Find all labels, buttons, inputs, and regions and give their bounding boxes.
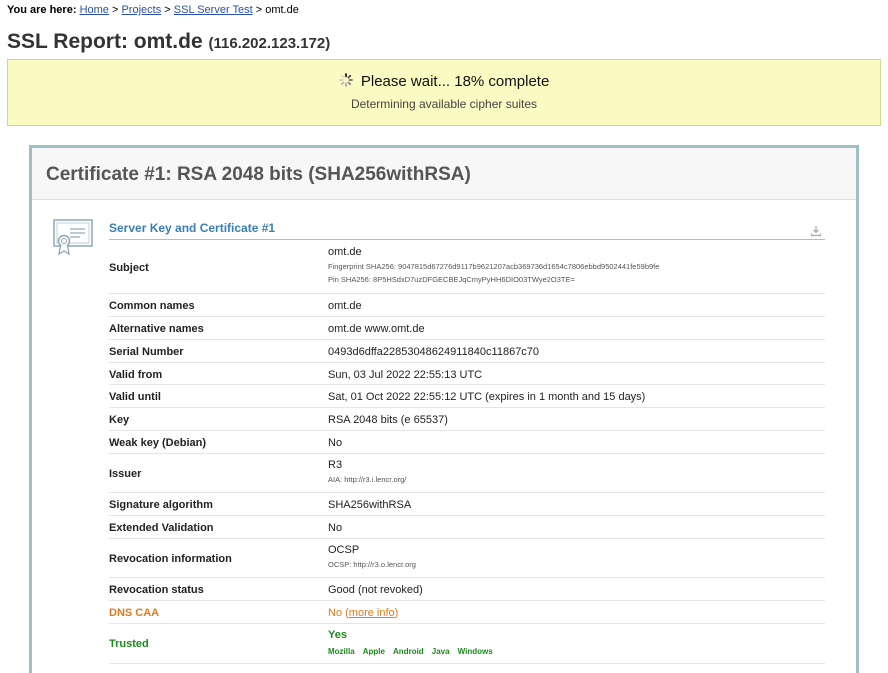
breadcrumb-projects-link[interactable]: Projects — [121, 4, 161, 16]
row-value: SHA256withRSA — [328, 499, 412, 511]
table-row: Serial Number 0493d6dffa2285304862491184… — [109, 340, 825, 363]
row-value: Yes Mozilla Apple Android Java Windows — [328, 629, 498, 657]
row-key: Issuer — [109, 468, 142, 480]
breadcrumb-current: omt.de — [265, 4, 299, 16]
download-icon[interactable] — [810, 224, 822, 237]
page-title-text: SSL Report: omt.de — [7, 30, 203, 53]
progress-box: Please wait... 18% complete Determining … — [7, 59, 881, 126]
row-key: Valid until — [109, 391, 161, 403]
row-value: No — [328, 522, 343, 534]
row-key: Revocation information — [109, 553, 232, 565]
row-key: Key — [109, 414, 130, 426]
page-title-ip: (116.202.123.172) — [208, 35, 331, 52]
row-key: Subject — [109, 262, 149, 274]
progress-main-text: Please wait... 18% complete — [360, 73, 550, 90]
row-key: Weak key (Debian) — [109, 437, 207, 449]
table-row: Signature algorithm SHA256withRSA — [109, 493, 825, 516]
certificate-icon — [52, 217, 96, 257]
certificate-title: Certificate #1: RSA 2048 bits (SHA256wit… — [46, 164, 471, 185]
row-value: Sat, 01 Oct 2022 22:55:12 UTC (expires i… — [328, 391, 646, 403]
table-row: Valid from Sun, 03 Jul 2022 22:55:13 UTC — [109, 363, 825, 385]
issuer-value: R3 — [328, 459, 343, 471]
breadcrumb-ssl-server-test-link[interactable]: SSL Server Test — [174, 4, 253, 16]
row-value: RSA 2048 bits (e 65537) — [328, 414, 448, 426]
row-key: DNS CAA — [109, 607, 160, 619]
platform-badge: Android — [393, 647, 424, 656]
table-row: Trusted Yes Mozilla Apple Android Java W… — [109, 624, 825, 664]
breadcrumb-label: You are here: — [7, 4, 77, 16]
table-row: Alternative names omt.de www.omt.de — [109, 317, 825, 340]
trust-platforms: Mozilla Apple Android Java Windows — [328, 645, 498, 657]
row-key: Common names — [109, 300, 195, 312]
ocsp-text: OCSP: http://r3.o.lencr.org — [328, 560, 416, 569]
row-value: Good (not revoked) — [328, 584, 423, 596]
row-value: 0493d6dffa22853048624911840c11867c70 — [328, 346, 540, 358]
row-value: omt.de www.omt.de — [328, 323, 425, 335]
row-value: omt.de — [328, 300, 362, 312]
platform-badge: Apple — [362, 647, 385, 656]
table-row: Valid until Sat, 01 Oct 2022 22:55:12 UT… — [109, 385, 825, 408]
row-key: Alternative names — [109, 323, 204, 335]
row-key: Serial Number — [109, 346, 184, 358]
table-row: Common names omt.de — [109, 294, 825, 317]
certificate-header: Certificate #1: RSA 2048 bits (SHA256wit… — [32, 148, 856, 200]
row-key: Valid from — [109, 369, 163, 381]
fingerprint-text: Fingerprint SHA256: 9047815d67276d9117b9… — [328, 262, 660, 271]
table-row: Subject omt.de Fingerprint SHA256: 90478… — [109, 240, 825, 294]
page-title: SSL Report: omt.de (116.202.123.172) — [7, 30, 330, 54]
row-value: R3 AIA: http://r3.i.lencr.org/ — [328, 459, 406, 484]
pin-text: Pin SHA256: 8P5HSdxD7uzDFGECBEJqCmyPyHH6… — [328, 275, 575, 284]
progress-status: Please wait... 18% complete — [8, 72, 880, 90]
platform-badge: Java — [431, 647, 450, 656]
table-row: Extended Validation No — [109, 516, 825, 539]
row-value: No — [328, 437, 343, 449]
breadcrumb: You are here: Home > Projects > SSL Serv… — [7, 4, 299, 16]
section-title: Server Key and Certificate #1 — [109, 221, 276, 235]
revocation-info-value: OCSP — [328, 544, 360, 556]
row-value: Sun, 03 Jul 2022 22:55:13 UTC — [328, 369, 483, 381]
row-key: Revocation status — [109, 584, 204, 596]
subject-value: omt.de — [328, 246, 362, 258]
progress-sub-text: Determining available cipher suites — [350, 97, 538, 111]
row-key: Extended Validation — [109, 522, 214, 534]
table-row: Issuer R3 AIA: http://r3.i.lencr.org/ — [109, 454, 825, 493]
table-row: DNS CAA No (more info) — [109, 601, 825, 624]
breadcrumb-separator: > — [111, 4, 119, 16]
breadcrumb-separator: > — [255, 4, 263, 16]
row-value: OCSP OCSP: http://r3.o.lencr.org — [328, 544, 416, 569]
row-value: No (more info) — [328, 607, 399, 619]
aia-text: AIA: http://r3.i.lencr.org/ — [328, 475, 407, 484]
breadcrumb-home-link[interactable]: Home — [80, 4, 109, 16]
table-row: Key RSA 2048 bits (e 65537) — [109, 408, 825, 431]
platform-badge: Mozilla — [328, 647, 355, 656]
row-key: Signature algorithm — [109, 499, 213, 511]
certificate-panel: Certificate #1: RSA 2048 bits (SHA256wit… — [29, 145, 859, 673]
breadcrumb-separator: > — [164, 4, 171, 16]
platform-badge: Windows — [457, 647, 493, 656]
spinner-icon — [338, 73, 353, 87]
row-value: omt.de Fingerprint SHA256: 9047815d67276… — [328, 246, 659, 284]
trusted-value: Yes — [328, 629, 347, 641]
more-info-link[interactable]: more info — [349, 607, 395, 619]
table-row: Revocation information OCSP OCSP: http:/… — [109, 539, 825, 578]
table-row: Weak key (Debian) No — [109, 431, 825, 454]
dns-caa-value: No — [328, 607, 343, 619]
table-row: Revocation status Good (not revoked) — [109, 578, 825, 601]
row-key: Trusted — [109, 638, 149, 650]
